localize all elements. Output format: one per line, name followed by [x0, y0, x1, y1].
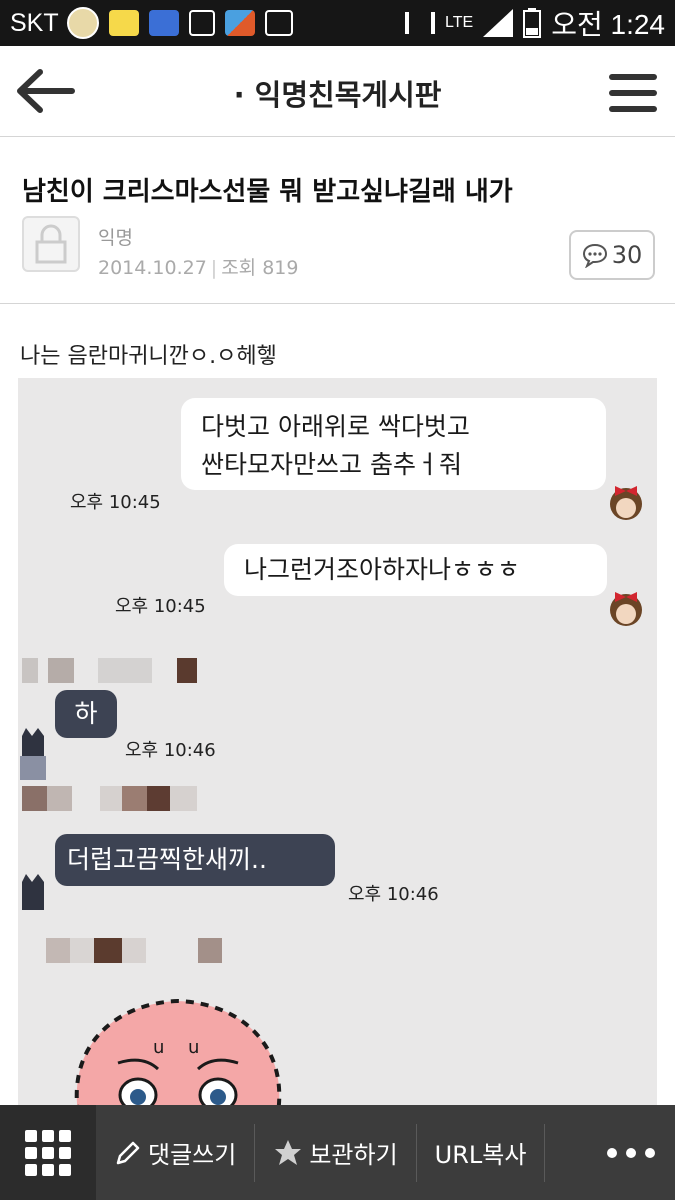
star-icon [275, 1139, 302, 1165]
svg-text:u: u [188, 1037, 199, 1058]
board-title: · 익명친목게시판 [233, 78, 442, 112]
author-name: 익명 [98, 227, 133, 249]
message-time: 오후 10:46 [348, 884, 439, 905]
message-line: 나그런거조아하자나ㅎㅎㅎ [244, 555, 521, 584]
screenshot-icon [264, 10, 293, 36]
sent-message: 다벗고 아래위로 싹다벗고 싼타모자만쓰고 춤추ㅓ줘 [181, 398, 606, 490]
cat-avatar-icon [20, 728, 46, 780]
write-comment-label: 댓글쓰기 [148, 1141, 237, 1169]
divider [544, 1123, 546, 1182]
lock-icon [35, 224, 67, 264]
message-line: 하 [74, 699, 98, 728]
menu-icon[interactable] [609, 74, 657, 112]
censored-name [22, 658, 197, 683]
svg-text:u: u [153, 1037, 164, 1058]
paw-30-icon [66, 7, 99, 39]
message-line: 다벗고 아래위로 싹다벗고 [201, 412, 470, 441]
chat-screenshot: 다벗고 아래위로 싹다벗고 싼타모자만쓰고 춤추ㅓ줘 오후 10:45 나그런거… [18, 378, 657, 1105]
peach-character-sticker: u u [74, 998, 282, 1105]
post-meta: 2014.10.27 | 조회 819 [98, 257, 299, 279]
post-date: 2014.10.27 [98, 257, 207, 279]
save-button[interactable]: 보관하기 [255, 1105, 415, 1200]
girl-avatar-icon [610, 486, 642, 520]
censored-name [46, 938, 222, 963]
message-time: 오후 10:45 [115, 596, 206, 617]
pencil-icon [116, 1141, 140, 1164]
battery-icon [523, 8, 542, 38]
message-line: 더럽고끔찍한새끼.. [67, 845, 267, 874]
save-label: 보관하기 [309, 1141, 398, 1169]
network-label: LTE [445, 14, 474, 31]
message-time: 오후 10:46 [125, 740, 216, 761]
cleaner-icon [224, 10, 255, 36]
received-message: 하 [55, 690, 117, 738]
signal-icon [483, 9, 514, 37]
girl-avatar-icon [610, 592, 642, 626]
naver-icon [148, 10, 179, 36]
comment-bubble-icon [582, 243, 607, 268]
app-header: · 익명친목게시판 [0, 46, 675, 137]
bottom-action-bar: 댓글쓰기 보관하기 URL복사 [0, 1105, 675, 1200]
carrier-label: SKT [10, 8, 59, 37]
post-body-text: 나는 음란마귀니깐ㅇ.ㅇ헤헿 [20, 344, 277, 369]
post-title: 남친이 크리스마스선물 뭐 받고싶냐길래 내가 [22, 177, 513, 207]
more-options-icon[interactable] [607, 1147, 655, 1158]
mute-icon [405, 12, 436, 34]
received-message: 더럽고끔찍한새끼.. [55, 834, 335, 886]
sent-message: 나그런거조아하자나ㅎㅎㅎ [224, 544, 607, 596]
apps-grid-button[interactable] [0, 1105, 96, 1200]
write-comment-button[interactable]: 댓글쓰기 [96, 1105, 254, 1200]
clock: 오전 1:24 [551, 9, 665, 40]
status-bar: SKT LTE 오전 1:24 [0, 0, 675, 46]
avatar [22, 216, 80, 272]
message-time: 오후 10:45 [70, 492, 161, 513]
comment-count-button[interactable]: 30 [569, 230, 655, 280]
censored-name [22, 786, 197, 811]
gallery-icon [188, 10, 215, 36]
copy-url-button[interactable]: URL복사 [417, 1105, 545, 1200]
copy-url-label: URL복사 [434, 1141, 527, 1169]
message-line: 싼타모자만쓰고 춤추ㅓ줘 [201, 450, 462, 479]
view-count: 조회 819 [221, 257, 299, 279]
post-header: 남친이 크리스마스선물 뭐 받고싶냐길래 내가 익명 2014.10.27 | 조회… [0, 137, 675, 304]
grid-icon [25, 1129, 71, 1176]
comment-count: 30 [611, 241, 643, 269]
kakaotalk-icon [108, 10, 139, 36]
cat-avatar-icon [22, 874, 44, 910]
